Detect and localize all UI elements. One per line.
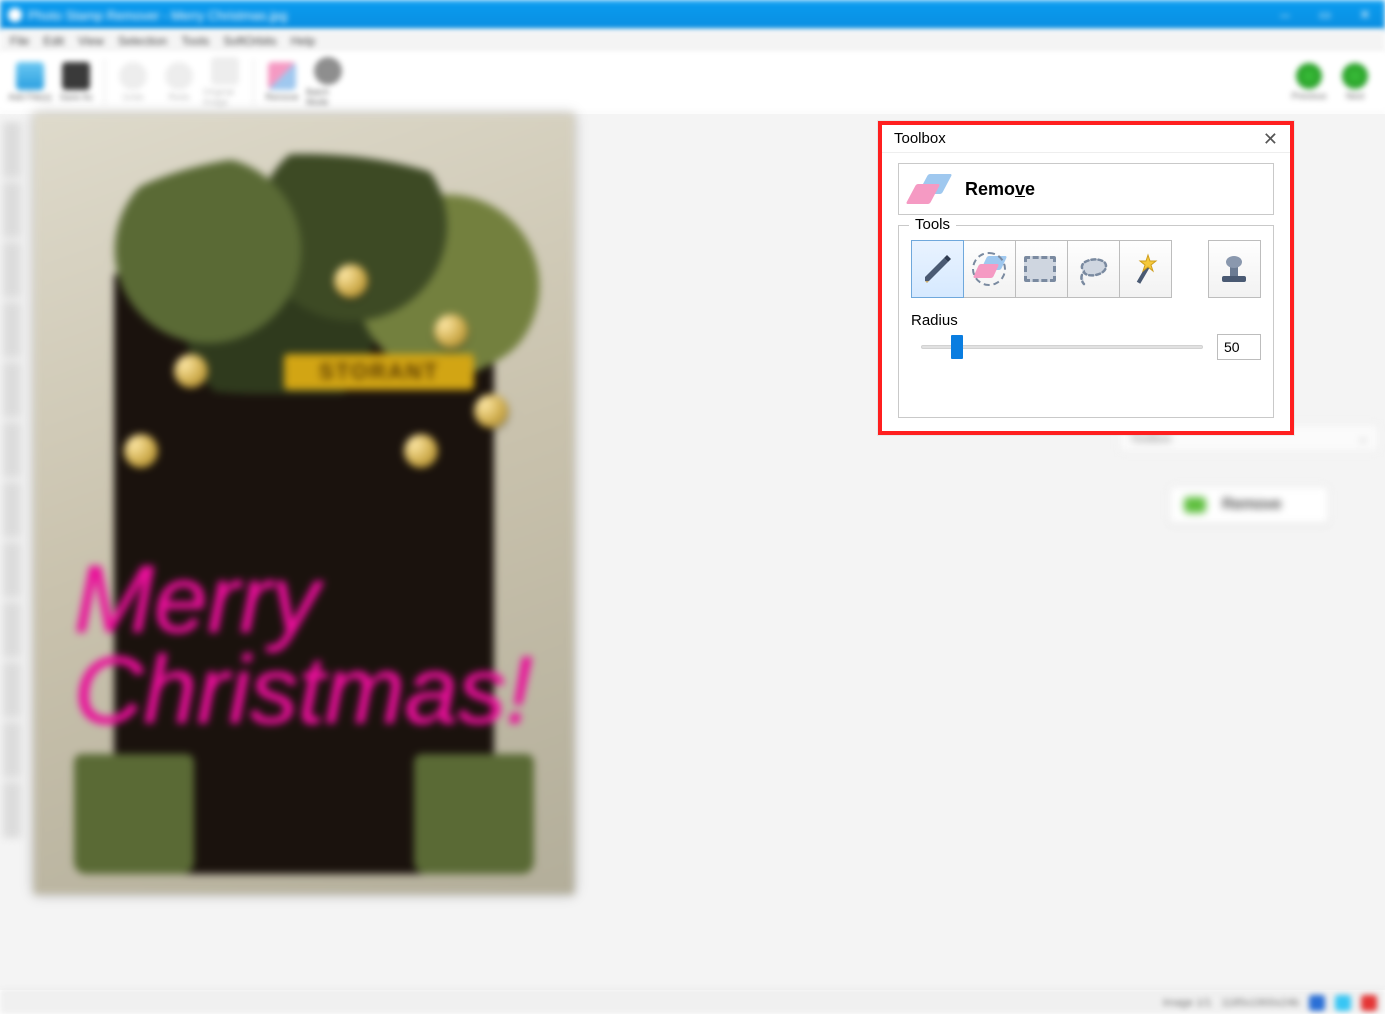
run-remove-button[interactable]: Remove — [1169, 486, 1329, 524]
menu-file[interactable]: File — [10, 34, 29, 48]
status-image-index: Image 1/1 — [1163, 997, 1212, 1009]
eraser-icon — [911, 174, 949, 204]
clone-stamp-icon — [1217, 252, 1251, 286]
ribbon-redo[interactable]: Redo — [157, 56, 201, 108]
ribbon-toolbar: Add File(s) Save As Undo Redo Original I… — [0, 52, 1385, 114]
save-icon — [62, 62, 90, 90]
toolbox-close-button[interactable]: ✕ — [1259, 130, 1282, 148]
menu-view[interactable]: View — [78, 34, 104, 48]
menu-bar: File Edit View Selection Tools SoftOrbit… — [0, 30, 1385, 52]
toolbox-panel: Toolbox ✕ Remove Tools — [882, 125, 1290, 431]
eraser-select-icon — [972, 252, 1006, 286]
tool-lasso-button[interactable] — [1067, 240, 1120, 298]
image-canvas[interactable]: STORANT Merry Christmas! — [34, 114, 574, 894]
next-icon — [1342, 63, 1368, 89]
ribbon-batch[interactable]: Batch Mode — [306, 56, 350, 108]
add-files-icon — [16, 62, 44, 90]
undo-icon — [119, 62, 147, 90]
ribbon-remove[interactable]: Remove — [260, 56, 304, 108]
previous-icon — [1296, 63, 1322, 89]
canvas-zone: STORANT Merry Christmas! — [24, 114, 636, 990]
status-dimensions: 1185x1900x24b — [1222, 997, 1299, 1009]
window-titlebar: Photo Stamp Remover - Merry Christmas.jp… — [0, 0, 1385, 30]
ribbon-undo[interactable]: Undo — [111, 56, 155, 108]
tool-rect-select-button[interactable] — [1015, 240, 1068, 298]
ribbon-save-as[interactable]: Save As — [54, 56, 98, 108]
chevron-down-icon: ⌄ — [1358, 431, 1368, 445]
ribbon-original[interactable]: Original Image — [203, 56, 247, 108]
social-facebook-icon[interactable] — [1309, 995, 1325, 1011]
tools-legend: Tools — [909, 216, 956, 233]
pencil-icon — [920, 252, 954, 286]
menu-tools[interactable]: Tools — [181, 34, 209, 48]
close-icon: ✕ — [1263, 129, 1278, 149]
play-icon — [1184, 497, 1206, 513]
toolbox-callout-highlight: Toolbox ✕ Remove Tools — [878, 121, 1294, 435]
window-minimize-button[interactable]: ─ — [1265, 0, 1305, 30]
thumbnail-strip[interactable] — [0, 114, 24, 990]
right-panel-blurred: Toolbox ⌄ Remove — [1119, 424, 1379, 524]
window-maximize-button[interactable]: ▭ — [1305, 0, 1345, 30]
app-icon — [8, 8, 22, 22]
radius-label: Radius — [911, 312, 1261, 329]
eraser-icon — [268, 62, 296, 90]
ribbon-next[interactable]: Next — [1333, 56, 1377, 108]
toolbox-titlebar: Toolbox ✕ — [882, 125, 1290, 153]
slider-track — [921, 345, 1203, 349]
radius-slider[interactable] — [911, 333, 1207, 361]
batch-icon — [314, 57, 342, 85]
tool-marker-button[interactable] — [911, 240, 964, 298]
menu-edit[interactable]: Edit — [43, 34, 64, 48]
tool-buttons-row — [911, 240, 1261, 298]
magic-wand-icon — [1128, 252, 1162, 286]
tool-eraser-select-button[interactable] — [963, 240, 1016, 298]
image-sign-text: STORANT — [284, 354, 474, 390]
tool-clone-stamp-button[interactable] — [1208, 240, 1261, 298]
toolbox-title: Toolbox — [894, 130, 946, 147]
social-twitter-icon[interactable] — [1335, 995, 1351, 1011]
rectangle-select-icon — [1024, 256, 1056, 282]
status-bar: Image 1/1 1185x1900x24b — [0, 990, 1385, 1014]
menu-softorbits[interactable]: SoftOrbits — [223, 34, 276, 48]
lasso-icon — [1076, 252, 1110, 286]
ribbon-add-files[interactable]: Add File(s) — [8, 56, 52, 108]
window-title: Photo Stamp Remover - Merry Christmas.jp… — [28, 8, 287, 23]
watermark-text: Merry Christmas! — [74, 554, 564, 774]
radius-value-input[interactable] — [1217, 334, 1261, 360]
tool-magic-wand-button[interactable] — [1119, 240, 1172, 298]
window-close-button[interactable]: ✕ — [1345, 0, 1385, 30]
menu-selection[interactable]: Selection — [118, 34, 167, 48]
slider-thumb[interactable] — [951, 335, 963, 359]
redo-icon — [165, 62, 193, 90]
ribbon-previous[interactable]: Previous — [1287, 56, 1331, 108]
tools-fieldset: Tools — [898, 225, 1274, 418]
toolbox-mode-header: Remove — [898, 163, 1274, 215]
menu-help[interactable]: Help — [291, 34, 316, 48]
original-icon — [211, 57, 239, 85]
social-youtube-icon[interactable] — [1361, 995, 1377, 1011]
toolbox-mode-label: Remove — [965, 179, 1035, 200]
